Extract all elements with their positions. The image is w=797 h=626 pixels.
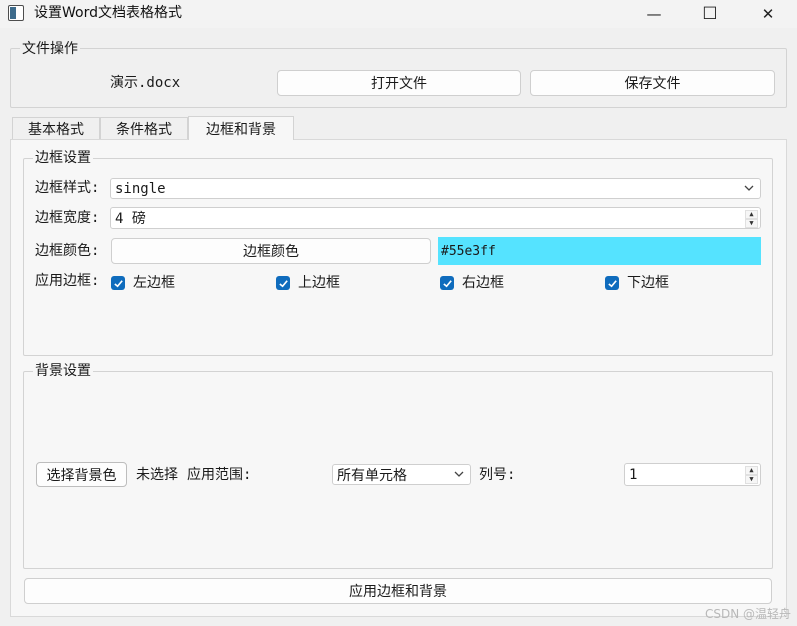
border-style-select[interactable]: single <box>110 178 761 199</box>
checkbox-top-border[interactable]: 上边框 <box>276 274 340 292</box>
background-status: 未选择 <box>136 467 178 483</box>
checkbox-bottom-border[interactable]: 下边框 <box>605 274 669 292</box>
close-button[interactable]: ✕ <box>745 0 791 28</box>
scope-select[interactable]: 所有单元格 <box>332 464 471 485</box>
checkbox-label: 右边框 <box>462 275 504 291</box>
checkbox-checked-icon[interactable] <box>111 276 125 290</box>
border-color-label: 边框颜色: <box>35 243 100 259</box>
column-value: 1 <box>629 466 638 483</box>
watermark: CSDN @温轻舟 <box>704 607 791 621</box>
scope-value: 所有单元格 <box>337 467 407 484</box>
border-color-value: #55e3ff <box>441 243 496 259</box>
chevron-down-icon <box>744 185 754 191</box>
chevron-down-icon <box>454 471 464 477</box>
file-ops-legend: 文件操作 <box>20 40 80 58</box>
column-label: 列号: <box>479 467 516 483</box>
spin-up-icon[interactable]: ▲ <box>745 210 758 219</box>
apply-border-label: 应用边框: <box>35 273 100 289</box>
apply-border-background-button[interactable]: 应用边框和背景 <box>24 578 772 604</box>
border-style-label: 边框样式: <box>35 180 100 196</box>
maximize-icon: ☐ <box>702 4 718 24</box>
checkbox-label: 左边框 <box>133 275 175 291</box>
checkbox-label: 下边框 <box>627 275 669 291</box>
column-stepper[interactable]: ▲ ▼ <box>745 466 758 484</box>
close-icon: ✕ <box>761 5 775 23</box>
minimize-icon: — <box>646 5 662 23</box>
checkbox-right-border[interactable]: 右边框 <box>440 274 504 292</box>
checkbox-label: 上边框 <box>298 275 340 291</box>
save-file-button[interactable]: 保存文件 <box>530 70 775 96</box>
tab-basic-format[interactable]: 基本格式 <box>12 117 100 139</box>
checkbox-left-border[interactable]: 左边框 <box>111 274 175 292</box>
tab-border-background[interactable]: 边框和背景 <box>188 116 294 140</box>
maximize-button[interactable]: ☐ <box>687 0 733 28</box>
app-icon <box>8 5 24 21</box>
checkbox-checked-icon[interactable] <box>605 276 619 290</box>
border-width-spinbox[interactable]: 4 磅 ▲ ▼ <box>110 207 761 229</box>
minimize-button[interactable]: — <box>631 0 677 28</box>
spin-down-icon[interactable]: ▼ <box>745 219 758 228</box>
checkbox-checked-icon[interactable] <box>276 276 290 290</box>
checkbox-checked-icon[interactable] <box>440 276 454 290</box>
open-file-button[interactable]: 打开文件 <box>277 70 521 96</box>
scope-label: 应用范围: <box>187 467 252 483</box>
title-bar: 设置Word文档表格格式 — ☐ ✕ <box>0 0 797 28</box>
spin-up-icon[interactable]: ▲ <box>745 466 758 475</box>
file-name-label: 演示.docx <box>110 75 181 91</box>
tab-conditional-format[interactable]: 条件格式 <box>100 117 188 139</box>
border-width-value: 4 磅 <box>115 211 146 227</box>
border-color-button[interactable]: 边框颜色 <box>111 238 431 264</box>
border-settings-legend: 边框设置 <box>33 149 93 167</box>
border-style-value: single <box>115 180 166 197</box>
border-color-swatch: #55e3ff <box>438 237 761 265</box>
choose-background-button[interactable]: 选择背景色 <box>36 462 127 487</box>
background-settings-legend: 背景设置 <box>33 362 93 380</box>
spin-down-icon[interactable]: ▼ <box>745 475 758 484</box>
border-width-stepper[interactable]: ▲ ▼ <box>745 210 758 228</box>
column-spinbox[interactable]: 1 ▲ ▼ <box>624 463 761 486</box>
border-width-label: 边框宽度: <box>35 210 100 226</box>
window-title: 设置Word文档表格格式 <box>34 5 182 21</box>
